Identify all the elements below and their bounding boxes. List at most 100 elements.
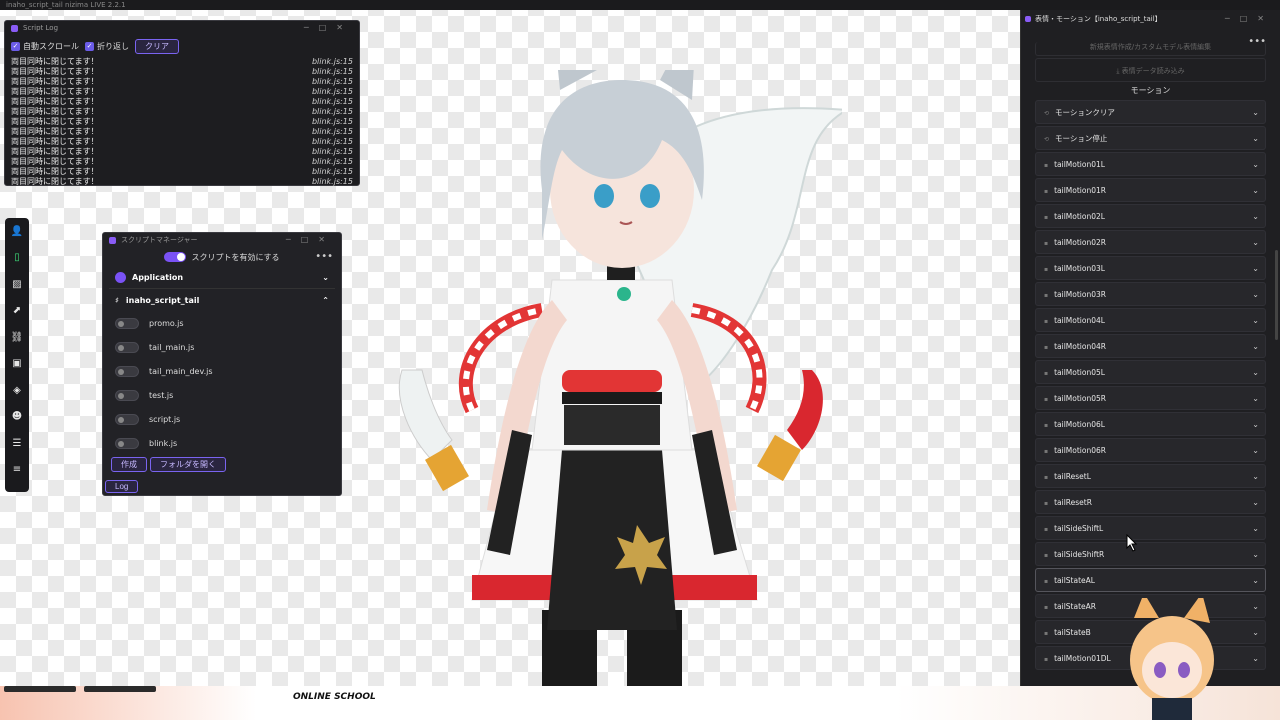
chevron-down-icon[interactable]: ⌄ (1252, 602, 1259, 611)
chevron-down-icon[interactable]: ⌄ (1252, 472, 1259, 481)
log-source[interactable]: blink.js:15 (312, 107, 353, 117)
script-toggle[interactable] (115, 413, 139, 425)
chevron-down-icon[interactable]: ⌄ (1252, 654, 1259, 663)
chevron-down-icon[interactable]: ⌄ (1252, 524, 1259, 533)
group-application[interactable]: Application ⌄ (109, 267, 335, 289)
face-icon[interactable]: ☻ (5, 404, 29, 431)
log-source[interactable]: blink.js:15 (312, 57, 353, 67)
log-source[interactable]: blink.js:15 (312, 117, 353, 127)
chevron-down-icon[interactable]: ⌄ (1252, 264, 1259, 273)
menu-icon[interactable]: ≡ (5, 457, 29, 484)
chevron-down-icon[interactable]: ⌄ (1252, 238, 1259, 247)
chevron-down-icon[interactable]: ⌄ (1252, 108, 1259, 117)
export-icon[interactable]: ⬈ (5, 298, 29, 325)
script-name: script.js (149, 414, 181, 424)
script-toggle[interactable] (115, 365, 139, 377)
motion-item[interactable]: ▪ tailMotion05R ⌄ (1035, 386, 1266, 410)
motion-item[interactable]: ▪ tailSideShiftL ⌄ (1035, 516, 1266, 540)
more-icon[interactable]: ••• (1248, 36, 1266, 47)
log-source[interactable]: blink.js:15 (312, 167, 353, 177)
motion-item[interactable]: ▪ tailResetL ⌄ (1035, 464, 1266, 488)
window-controls[interactable]: ─□✕ (286, 233, 335, 247)
more-icon[interactable]: ••• (315, 251, 333, 262)
motion-item[interactable]: ▪ tailMotion03R ⌄ (1035, 282, 1266, 306)
motion-item[interactable]: ▪ tailStateAL ⌄ (1035, 568, 1266, 592)
chevron-down-icon[interactable]: ⌄ (1252, 316, 1259, 325)
chevron-down-icon[interactable]: ⌄ (1252, 186, 1259, 195)
log-source[interactable]: blink.js:15 (312, 177, 353, 187)
layers-icon[interactable]: ◈ (5, 377, 29, 404)
chevron-down-icon[interactable]: ⌄ (1252, 446, 1259, 455)
log-lines: 両目同時に閉じてます！ blink.js:15 両目同時に閉じてます！ blink.j… (5, 57, 359, 187)
window-controls[interactable]: ─□✕ (304, 21, 353, 35)
log-source[interactable]: blink.js:15 (312, 157, 353, 167)
open-folder-button[interactable]: フォルダを開く (150, 457, 226, 472)
motion-panel[interactable]: 表情・モーション【inaho_script_tail】 ─□✕ ••• 新規表情… (1020, 10, 1280, 690)
chevron-down-icon[interactable]: ⌄ (1252, 420, 1259, 429)
motion-name: tailStateAR (1054, 601, 1096, 611)
motion-item[interactable]: ▪ tailMotion06R ⌄ (1035, 438, 1266, 462)
chevron-down-icon[interactable]: ⌄ (1252, 290, 1259, 299)
chevron-down-icon[interactable]: ⌄ (1252, 212, 1259, 221)
motion-item[interactable]: ▪ tailMotion04R ⌄ (1035, 334, 1266, 358)
chevron-down-icon[interactable]: ⌄ (1252, 134, 1259, 143)
motion-item[interactable]: ▪ tailMotion01R ⌄ (1035, 178, 1266, 202)
expression-edit-row[interactable]: 新規表情作成/カスタムモデル表情編集 (1035, 42, 1266, 56)
chevron-down-icon[interactable]: ⌄ (1252, 498, 1259, 507)
motion-list: ⟲ モーションクリア ⌄ ⟲ モーション停止 ⌄ ▪ tailMotion01L ⌄ ▪ tailM… (1021, 100, 1280, 670)
box-icon[interactable]: ▣ (5, 351, 29, 378)
log-button[interactable]: Log (105, 480, 139, 493)
log-source[interactable]: blink.js:15 (312, 127, 353, 137)
chevron-down-icon[interactable]: ⌄ (1252, 628, 1259, 637)
script-toggle[interactable] (115, 341, 139, 353)
auto-scroll-checkbox[interactable]: ✓ 自動スクロール (11, 41, 79, 52)
window-controls[interactable]: ─□✕ (1225, 10, 1274, 28)
chevron-down-icon[interactable]: ⌄ (1252, 160, 1259, 169)
log-source[interactable]: blink.js:15 (312, 137, 353, 147)
taskbar-item[interactable] (4, 686, 76, 692)
clear-log-button[interactable]: クリア (135, 38, 179, 54)
person-icon[interactable]: 👤 (5, 218, 29, 245)
script-toggle[interactable] (115, 389, 139, 401)
motion-item[interactable]: ▪ tailMotion02L ⌄ (1035, 204, 1266, 228)
log-source[interactable]: blink.js:15 (312, 147, 353, 157)
group-inaho-script-tail[interactable]: ♯ inaho_script_tail ⌃ (109, 289, 335, 311)
motion-item[interactable]: ▪ tailMotion06L ⌄ (1035, 412, 1266, 436)
motion-icon: ▪ (1044, 421, 1049, 429)
script-toggle[interactable] (115, 437, 139, 449)
enable-scripts-toggle[interactable] (164, 252, 187, 262)
script-toggle[interactable] (115, 317, 139, 329)
script-log-window[interactable]: Script Log ─□✕ ✓ 自動スクロール ✓ 折り返し クリア 両目同時に閉… (4, 20, 360, 186)
motion-item[interactable]: ▪ tailMotion01L ⌄ (1035, 152, 1266, 176)
create-script-button[interactable]: 作成 (111, 457, 147, 472)
script-manager-actions: 作成 フォルダを開く (103, 455, 341, 474)
image-icon[interactable]: ▨ (5, 271, 29, 298)
motion-item[interactable]: ▪ tailMotion03L ⌄ (1035, 256, 1266, 280)
log-message: 両目同時に閉じてます！ (11, 117, 99, 126)
motion-item[interactable]: ▪ tailMotion04L ⌄ (1035, 308, 1266, 332)
log-source[interactable]: blink.js:15 (312, 77, 353, 87)
motion-scrollbar[interactable] (1275, 250, 1278, 340)
log-source[interactable]: blink.js:15 (312, 67, 353, 77)
taskbar-item[interactable] (84, 686, 156, 692)
log-source[interactable]: blink.js:15 (312, 87, 353, 97)
chevron-down-icon[interactable]: ⌄ (1252, 576, 1259, 585)
motion-item[interactable]: ▪ tailMotion05L ⌄ (1035, 360, 1266, 384)
link-icon[interactable]: ⛓ (5, 324, 29, 351)
motion-item[interactable]: ⟲ モーション停止 ⌄ (1035, 126, 1266, 150)
chevron-down-icon[interactable]: ⌄ (1252, 368, 1259, 377)
motion-item[interactable]: ▪ tailMotion02R ⌄ (1035, 230, 1266, 254)
wrap-checkbox[interactable]: ✓ 折り返し (85, 41, 129, 52)
app-titlebar: inaho_script_tail nizima LIVE 2.2.1 (0, 0, 1280, 10)
motion-item[interactable]: ⟲ モーションクリア ⌄ (1035, 100, 1266, 124)
script-manager-window[interactable]: スクリプトマネージャー ─□✕ スクリプトを有効にする ••• Applicat… (102, 232, 342, 496)
phone-icon[interactable]: ▯ (5, 245, 29, 272)
log-source[interactable]: blink.js:15 (312, 97, 353, 107)
load-expression-button[interactable]: ⤓ 表情データ読み込み (1035, 58, 1266, 82)
chevron-down-icon[interactable]: ⌄ (1252, 342, 1259, 351)
chevron-down-icon[interactable]: ⌄ (1252, 394, 1259, 403)
motion-item[interactable]: ▪ tailSideShiftR ⌄ (1035, 542, 1266, 566)
motion-item[interactable]: ▪ tailResetR ⌄ (1035, 490, 1266, 514)
sliders-icon[interactable]: ☰ (5, 430, 29, 457)
chevron-down-icon[interactable]: ⌄ (1252, 550, 1259, 559)
